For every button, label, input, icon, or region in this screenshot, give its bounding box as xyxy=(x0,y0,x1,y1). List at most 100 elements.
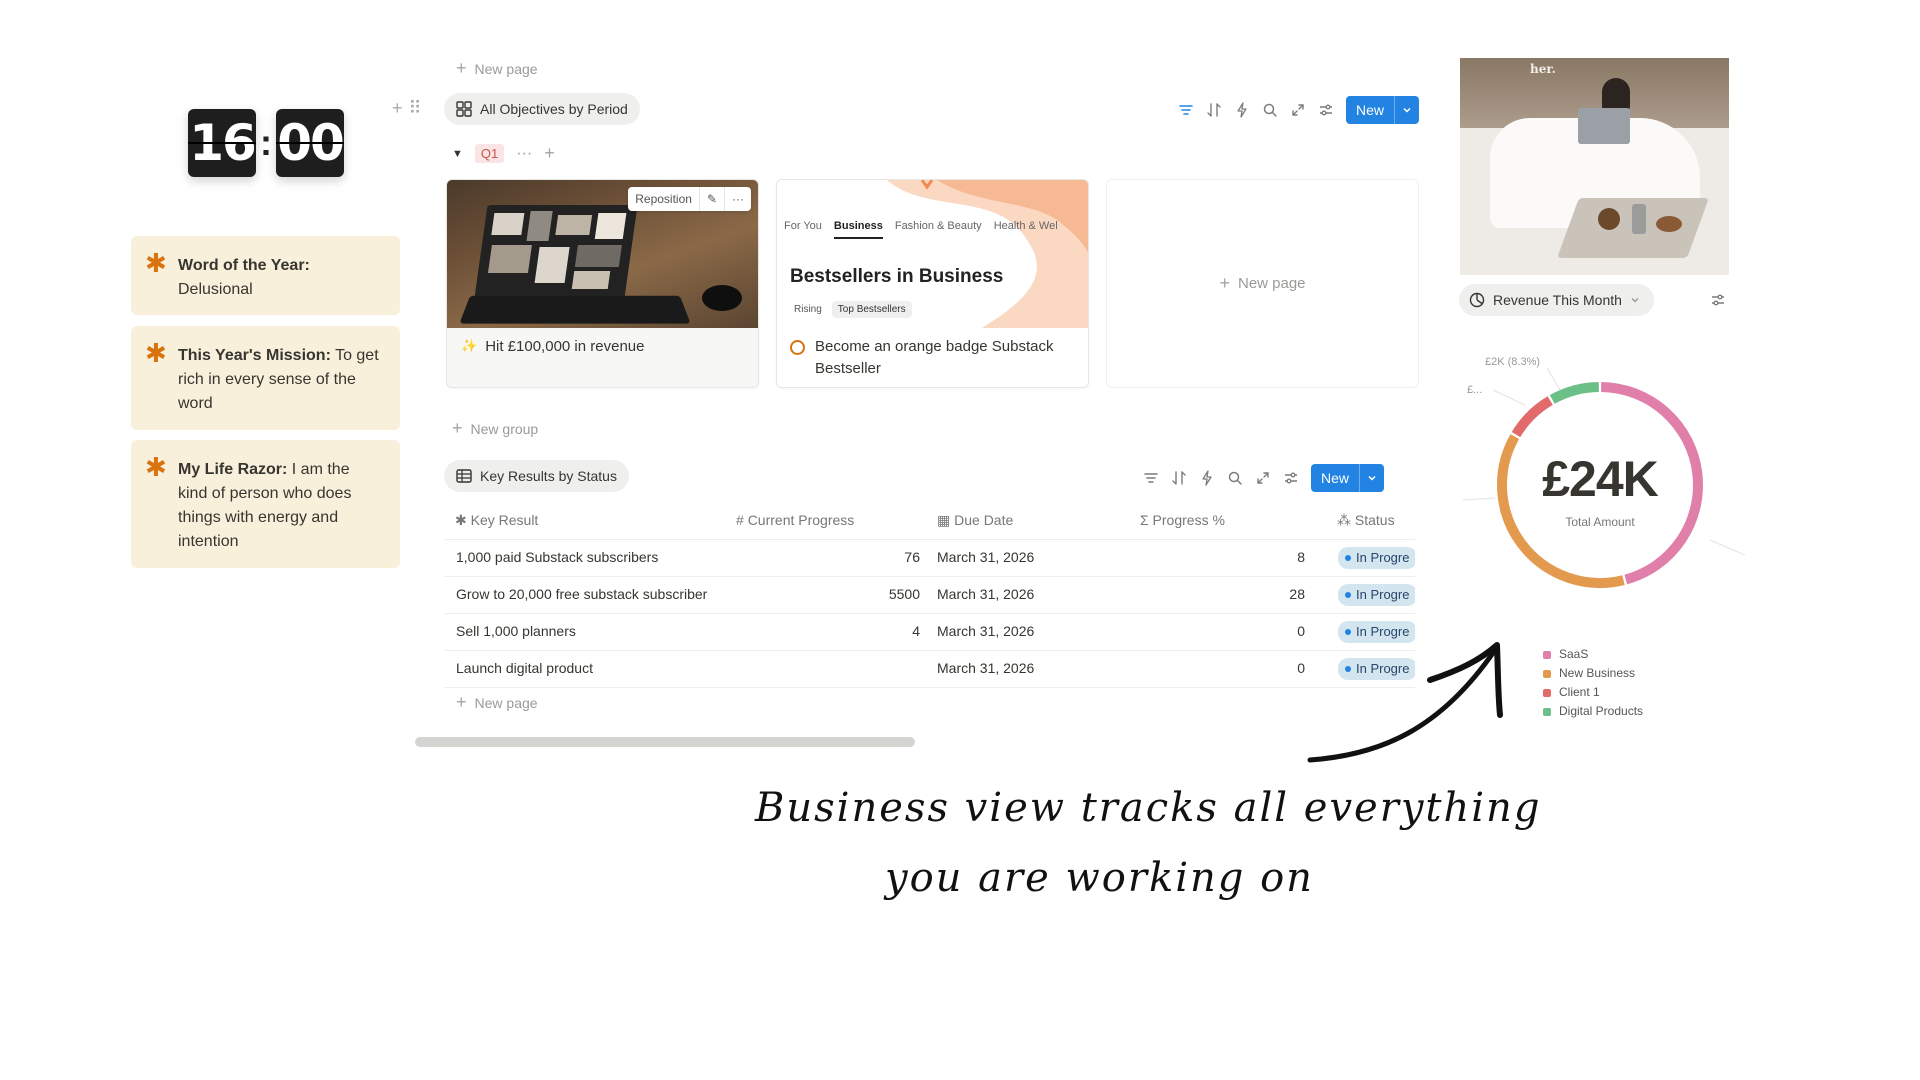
legend-item[interactable]: New Business xyxy=(1543,664,1643,683)
gallery-new-page-card[interactable]: + New page xyxy=(1106,179,1419,388)
view-tab-label: Revenue This Month xyxy=(1493,292,1622,308)
plus-icon[interactable]: + xyxy=(544,143,555,164)
new-button-objectives[interactable]: New xyxy=(1346,96,1420,124)
column-header-due-date[interactable]: ▦ Due Date xyxy=(937,502,1013,539)
sort-icon[interactable] xyxy=(1206,102,1222,118)
new-button-key-results[interactable]: New xyxy=(1311,464,1385,492)
asterisk-icon: ✱ xyxy=(145,248,167,278)
callout-word-of-year: ✱ Word of the Year: Delusional xyxy=(131,236,400,315)
expand-icon[interactable] xyxy=(1255,470,1271,486)
search-icon[interactable] xyxy=(1262,102,1278,118)
view-tab-label: All Objectives by Period xyxy=(480,101,628,117)
calendar-icon: ▦ xyxy=(937,512,951,528)
clock-minutes: 00 xyxy=(276,109,345,177)
revenue-donut-chart: £2K (8.3%) £... £24K Total Amount xyxy=(1455,340,1745,630)
view-tab-key-results[interactable]: Key Results by Status xyxy=(444,460,629,492)
new-group-button[interactable]: + New group xyxy=(452,418,538,439)
slice-label-left: £... xyxy=(1467,384,1483,396)
sort-icon[interactable] xyxy=(1171,470,1187,486)
reposition-button[interactable]: Reposition xyxy=(628,187,700,211)
block-handle[interactable]: + ⠿ xyxy=(392,98,422,119)
slice-label-top: £2K (8.3%) xyxy=(1485,356,1541,368)
cover-tabs: For You Business Fashion & Beauty Health… xyxy=(784,220,1058,239)
clock-separator: : xyxy=(260,122,272,163)
card-footer: ✨ Hit £100,000 in revenue xyxy=(447,328,758,387)
plus-icon: + xyxy=(1219,273,1230,293)
callout-mission: ✱ This Year's Mission: To get rich in ev… xyxy=(131,326,400,430)
chart-legend: SaaS New Business Client 1 Digital Produ… xyxy=(1543,645,1643,721)
callout-text: Delusional xyxy=(178,281,253,298)
card-cover: For You Business Fashion & Beauty Health… xyxy=(777,180,1088,328)
callout-life-razor: ✱ My Life Razor: I am the kind of person… xyxy=(131,440,400,568)
card-cover: Reposition ✎ ··· xyxy=(447,180,758,328)
filter-icon[interactable] xyxy=(1143,470,1159,486)
more-icon[interactable]: ··· xyxy=(725,187,751,211)
donut-slice-client-1[interactable] xyxy=(1511,396,1553,438)
legend-item[interactable]: Digital Products xyxy=(1543,702,1643,721)
leader-line xyxy=(1546,367,1561,391)
callout-title: This Year's Mission: xyxy=(178,347,331,364)
table-row[interactable]: Grow to 20,000 free substack subscriber … xyxy=(445,576,1415,614)
group-tag: Q1 xyxy=(474,144,505,163)
table-icon xyxy=(456,469,472,483)
column-header-progress-pct[interactable]: Σ Progress % xyxy=(1140,502,1225,539)
column-header-status[interactable]: ⁂ Status xyxy=(1337,502,1395,539)
cover-chips: Rising Top Bestsellers xyxy=(790,301,912,318)
view-tab-revenue[interactable]: Revenue This Month xyxy=(1459,284,1654,316)
gallery-icon xyxy=(456,101,472,117)
chart-total: £24K xyxy=(1542,451,1659,507)
hash-icon: # xyxy=(736,512,744,528)
more-icon[interactable]: ··· xyxy=(516,145,532,163)
plus-icon[interactable]: + xyxy=(392,98,403,119)
automation-icon[interactable] xyxy=(1199,470,1215,486)
chart-icon xyxy=(1469,292,1485,308)
annotation-line-1: Business view tracks all everything xyxy=(755,785,1542,831)
legend-item[interactable]: Client 1 xyxy=(1543,683,1643,702)
edit-icon[interactable]: ✎ xyxy=(700,187,725,211)
chevron-down-icon[interactable] xyxy=(1359,464,1384,492)
leader-line xyxy=(1492,389,1526,406)
chart-settings-icon[interactable] xyxy=(1710,292,1726,308)
plus-icon: + xyxy=(456,692,467,712)
gallery-card-revenue[interactable]: Reposition ✎ ··· ✨ Hit £100,000 in reven… xyxy=(446,179,759,388)
asterisk-icon: ✱ xyxy=(145,338,167,368)
expand-icon[interactable] xyxy=(1290,102,1306,118)
chevron-down-icon[interactable] xyxy=(1630,295,1640,305)
view-tab-all-objectives[interactable]: All Objectives by Period xyxy=(444,93,640,125)
cover-photo-bedroom: her. xyxy=(1460,58,1729,275)
new-page-table[interactable]: + New page xyxy=(456,692,538,713)
column-header-current-progress[interactable]: # Current Progress xyxy=(736,502,854,539)
gallery-card-substack[interactable]: For You Business Fashion & Beauty Health… xyxy=(776,179,1089,388)
sparkle-icon: ✨ xyxy=(461,338,478,353)
callout-title: My Life Razor: xyxy=(178,461,288,478)
filter-icon[interactable] xyxy=(1178,102,1194,118)
photo-caption: her. xyxy=(1530,62,1556,76)
search-icon[interactable] xyxy=(1227,470,1243,486)
new-page-top[interactable]: + New page xyxy=(456,58,538,79)
chevron-down-icon[interactable] xyxy=(1394,96,1419,124)
automation-icon[interactable] xyxy=(1234,102,1250,118)
annotation-line-2: you are working on xyxy=(885,855,1314,901)
legend-item[interactable]: SaaS xyxy=(1543,645,1643,664)
drag-handle-icon[interactable]: ⠿ xyxy=(409,98,422,119)
leader-line xyxy=(1709,539,1745,556)
plus-icon: + xyxy=(452,418,463,438)
clock-hours: 16 xyxy=(188,109,257,177)
mouse-illustration xyxy=(702,285,742,311)
settings-sliders-icon[interactable] xyxy=(1283,470,1299,486)
status-badge[interactable]: In Progre xyxy=(1338,547,1415,569)
table-row[interactable]: Launch digital product March 31, 2026 0 … xyxy=(445,650,1415,688)
card-title: Become an orange badge Substack Bestsell… xyxy=(815,338,1054,377)
arrow-annotation-icon xyxy=(1307,642,1503,763)
table-row[interactable]: 1,000 paid Substack subscribers 76 March… xyxy=(445,539,1415,577)
settings-sliders-icon[interactable] xyxy=(1318,102,1334,118)
chart-total-label: Total Amount xyxy=(1565,515,1635,529)
status-badge[interactable]: In Progre xyxy=(1338,584,1415,606)
triangle-down-icon[interactable]: ▼ xyxy=(452,148,463,160)
asterisk-icon: ✱ xyxy=(145,452,167,482)
table-row[interactable]: Sell 1,000 planners 4 March 31, 2026 0 I… xyxy=(445,613,1415,651)
circle-status-icon xyxy=(790,340,805,355)
horizontal-scrollbar[interactable] xyxy=(415,737,915,747)
view-tab-label: Key Results by Status xyxy=(480,468,617,484)
column-header-key-result[interactable]: ✱ Key Result xyxy=(455,502,538,539)
